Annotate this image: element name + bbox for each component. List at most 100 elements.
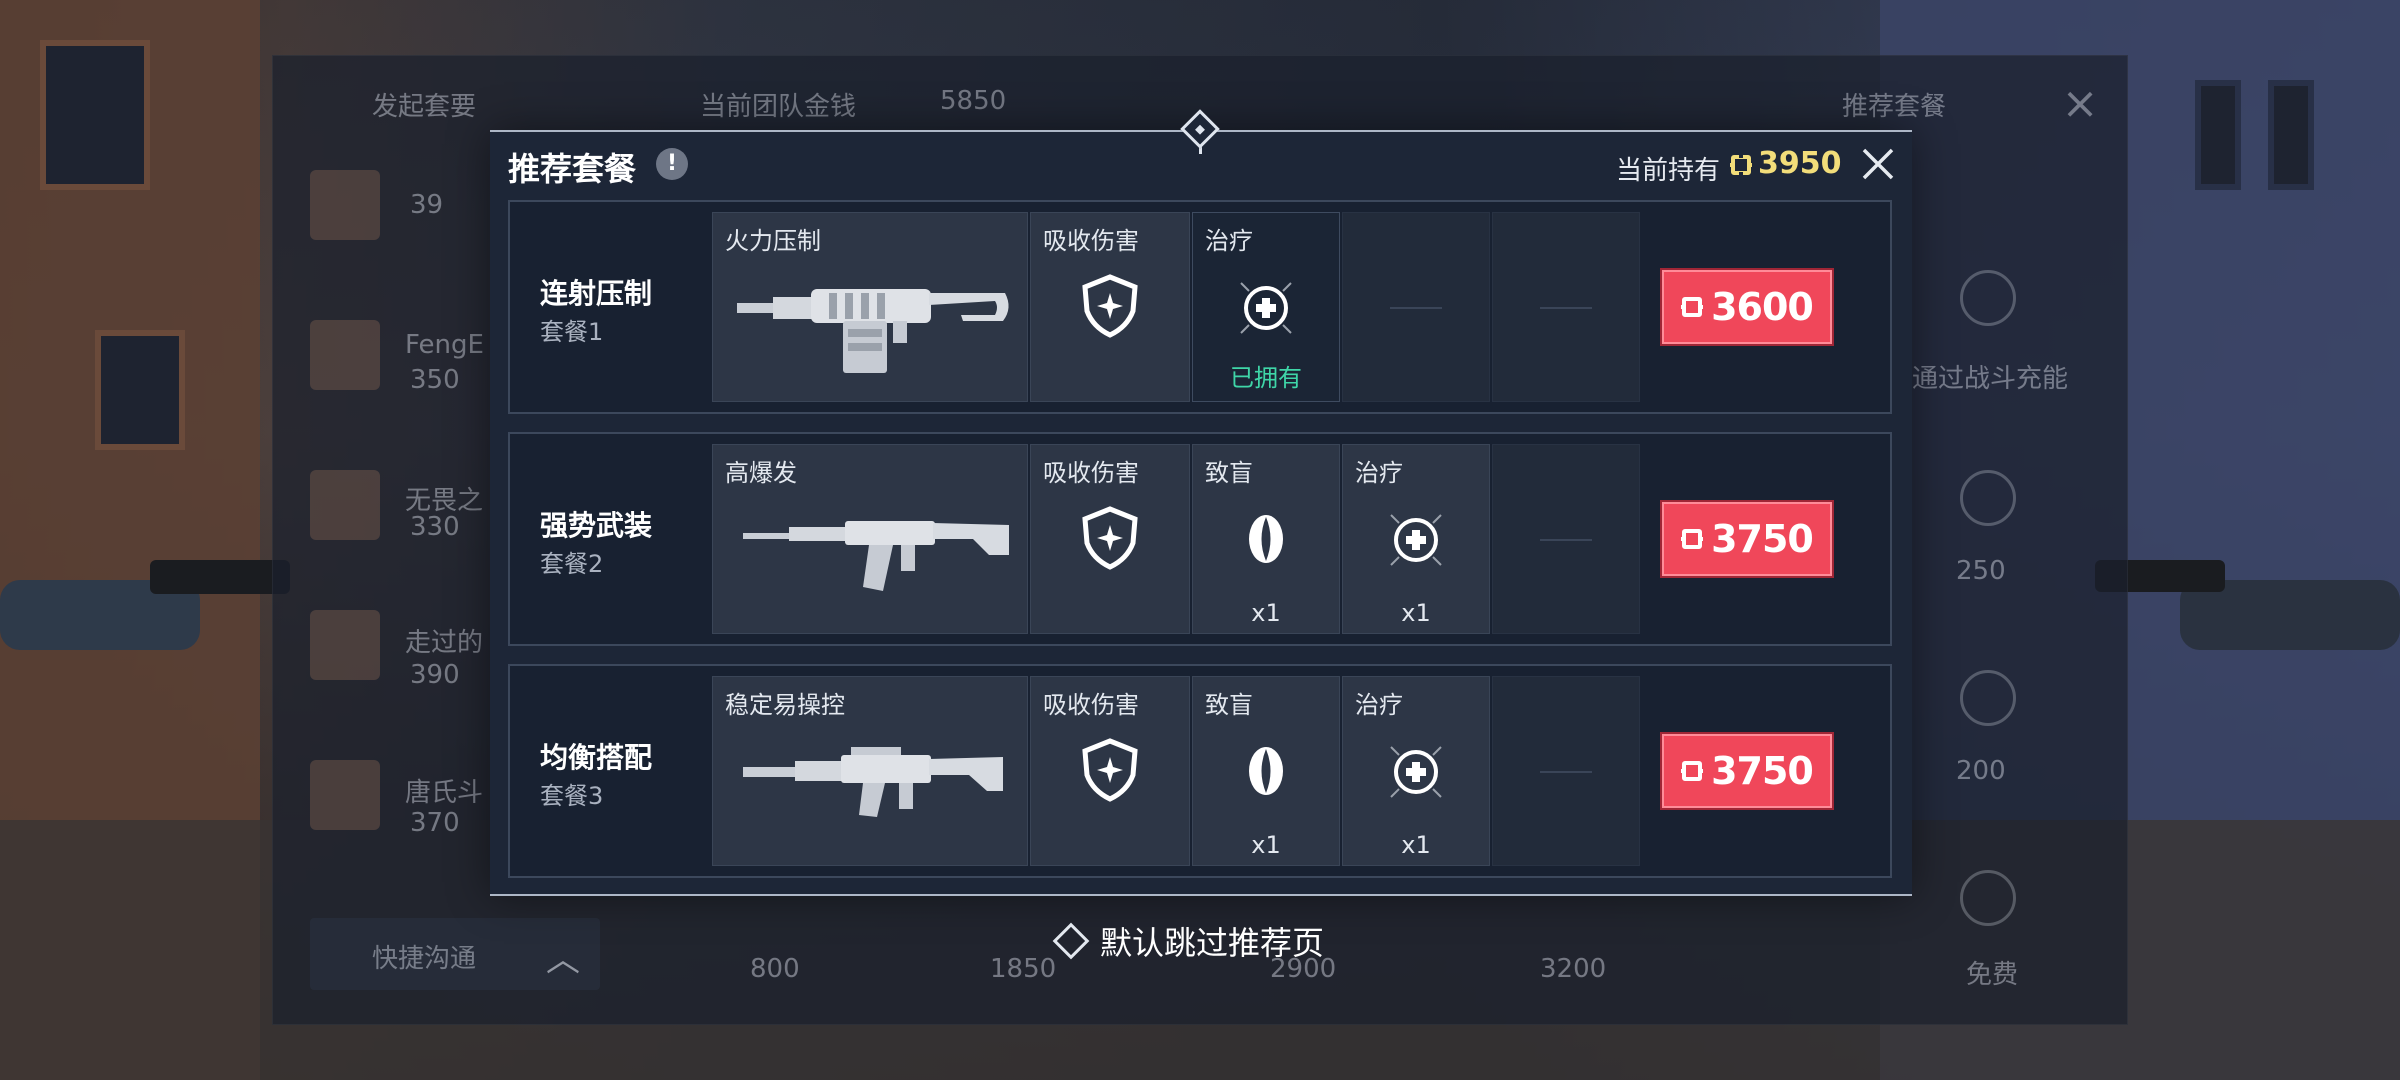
slot-label: 治疗 bbox=[1205, 227, 1253, 255]
shop-price: 800 bbox=[750, 954, 800, 984]
ability-icon bbox=[1960, 270, 2016, 326]
empty-slot bbox=[1342, 212, 1490, 402]
teammate-name: 唐氏斗 bbox=[405, 778, 484, 808]
checkbox-icon[interactable] bbox=[1052, 922, 1090, 960]
recommended-tab: 推荐套餐 bbox=[1842, 92, 1947, 122]
teammate-credits: 370 bbox=[410, 808, 460, 838]
empty-dash bbox=[1540, 539, 1592, 541]
ability-price: 250 bbox=[1956, 556, 2006, 586]
package-price: 3750 bbox=[1711, 517, 1814, 561]
ability-icon bbox=[1960, 670, 2016, 726]
buy-package-2-button[interactable]: 3750 bbox=[1662, 502, 1832, 576]
weapon-slot[interactable]: 火力压制 bbox=[712, 212, 1028, 402]
armor-slot[interactable]: 吸收伤害 bbox=[1030, 676, 1190, 866]
heal-icon bbox=[1240, 282, 1292, 334]
weapon-slot[interactable]: 稳定易操控 bbox=[712, 676, 1028, 866]
empty-dash bbox=[1390, 307, 1442, 309]
armor-slot[interactable]: 吸收伤害 bbox=[1030, 444, 1190, 634]
weapon-label: 高爆发 bbox=[725, 459, 797, 487]
rifle-icon bbox=[743, 521, 1009, 591]
ability-price: 200 bbox=[1956, 756, 2006, 786]
shop-price: 1850 bbox=[990, 954, 1057, 984]
heal-ability-slot[interactable]: 治疗 x1 bbox=[1342, 676, 1490, 866]
background-window bbox=[2195, 80, 2241, 190]
blind-ability-slot[interactable]: 致盲 x1 bbox=[1192, 444, 1340, 634]
blind-ability-slot[interactable]: 致盲 x1 bbox=[1192, 676, 1340, 866]
machine-gun-icon bbox=[737, 289, 1009, 373]
teammate-name: FengE bbox=[405, 330, 484, 360]
weapon-label: 火力压制 bbox=[725, 227, 821, 255]
empty-slot bbox=[1492, 444, 1640, 634]
teammate-avatar bbox=[310, 170, 380, 240]
item-count: x1 bbox=[1251, 831, 1281, 859]
modal-title: 推荐套餐 bbox=[508, 150, 637, 188]
teammate-credits: 330 bbox=[410, 512, 460, 542]
quick-chat-label: 快捷沟通 bbox=[372, 944, 477, 974]
weapon-label: 稳定易操控 bbox=[725, 691, 845, 719]
credits-icon bbox=[1730, 154, 1752, 176]
weapon-slot[interactable]: 高爆发 bbox=[712, 444, 1028, 634]
teammate-avatar bbox=[310, 610, 380, 680]
background-window bbox=[2268, 80, 2314, 190]
armor-slot[interactable]: 吸收伤害 bbox=[1030, 212, 1190, 402]
slot-label: 治疗 bbox=[1355, 691, 1403, 719]
request-loadout-tab: 发起套要 bbox=[372, 92, 477, 122]
item-count: x1 bbox=[1251, 599, 1281, 627]
ability-free-label: 免费 bbox=[1966, 960, 2019, 990]
slot-label: 吸收伤害 bbox=[1043, 459, 1139, 487]
slot-label: 吸收伤害 bbox=[1043, 227, 1139, 255]
background-window bbox=[40, 40, 150, 190]
credits-icon bbox=[1681, 297, 1704, 317]
empty-dash bbox=[1540, 307, 1592, 309]
skip-recommend-toggle[interactable]: 默认跳过推荐页 bbox=[1052, 918, 1324, 964]
ability-icon bbox=[1960, 870, 2016, 926]
quick-chat-button[interactable]: 快捷沟通 ︿ bbox=[310, 918, 600, 990]
heal-icon bbox=[1390, 514, 1442, 566]
shield-icon bbox=[1082, 274, 1138, 338]
buy-package-1-button[interactable]: 3600 bbox=[1662, 270, 1832, 344]
package-row-3: 均衡搭配 套餐3 稳定易操控 吸收伤害 致盲 x1 治疗 x1 3750 bbox=[508, 664, 1892, 878]
teammate-credits: 39 bbox=[410, 190, 444, 220]
slot-label: 治疗 bbox=[1355, 459, 1403, 487]
credits-icon bbox=[1681, 529, 1704, 549]
shield-icon bbox=[1082, 738, 1138, 802]
shop-close-icon: × bbox=[2061, 78, 2099, 129]
balance-value: 3950 bbox=[1758, 146, 1842, 181]
shield-icon bbox=[1082, 506, 1138, 570]
heal-ability-slot[interactable]: 治疗 x1 bbox=[1342, 444, 1490, 634]
teammate-name: 走过的 bbox=[405, 628, 484, 658]
team-money-value: 5850 bbox=[940, 86, 1007, 116]
empty-slot bbox=[1492, 212, 1640, 402]
package-price: 3600 bbox=[1711, 285, 1814, 329]
slot-label: 致盲 bbox=[1205, 459, 1253, 487]
close-icon[interactable] bbox=[1858, 144, 1898, 184]
teammate-credits: 350 bbox=[410, 365, 460, 395]
slot-label: 吸收伤害 bbox=[1043, 691, 1139, 719]
balance-label: 当前持有 bbox=[1616, 156, 1721, 186]
blind-icon bbox=[1249, 747, 1283, 795]
package-price: 3750 bbox=[1711, 749, 1814, 793]
heal-icon bbox=[1390, 746, 1442, 798]
empty-dash bbox=[1540, 771, 1592, 773]
slot-label: 致盲 bbox=[1205, 691, 1253, 719]
ability-icon bbox=[1960, 470, 2016, 526]
team-money-label: 当前团队金钱 bbox=[700, 92, 857, 122]
recommended-packages-modal: 推荐套餐 ! 当前持有 3950 连射压制 套餐1 火力压制 吸收伤害 治疗 已… bbox=[490, 130, 1912, 896]
empty-slot bbox=[1492, 676, 1640, 866]
buy-package-3-button[interactable]: 3750 bbox=[1662, 734, 1832, 808]
chevron-up-icon: ︿ bbox=[546, 940, 580, 980]
background-window bbox=[95, 330, 185, 450]
owned-status: 已拥有 bbox=[1230, 364, 1302, 392]
teammate-avatar bbox=[310, 470, 380, 540]
package-row-1: 连射压制 套餐1 火力压制 吸收伤害 治疗 已拥有 3600 bbox=[508, 200, 1892, 414]
player-pistol-left bbox=[150, 560, 290, 594]
item-count: x1 bbox=[1401, 599, 1431, 627]
assault-rifle-icon bbox=[743, 747, 1003, 817]
teammate-avatar bbox=[310, 320, 380, 390]
info-icon[interactable]: ! bbox=[656, 148, 688, 180]
package-subtitle: 套餐1 bbox=[540, 318, 604, 346]
credits-icon bbox=[1681, 761, 1704, 781]
package-name: 连射压制 bbox=[540, 277, 653, 310]
heal-ability-slot[interactable]: 治疗 已拥有 bbox=[1192, 212, 1340, 402]
blind-icon bbox=[1249, 515, 1283, 563]
